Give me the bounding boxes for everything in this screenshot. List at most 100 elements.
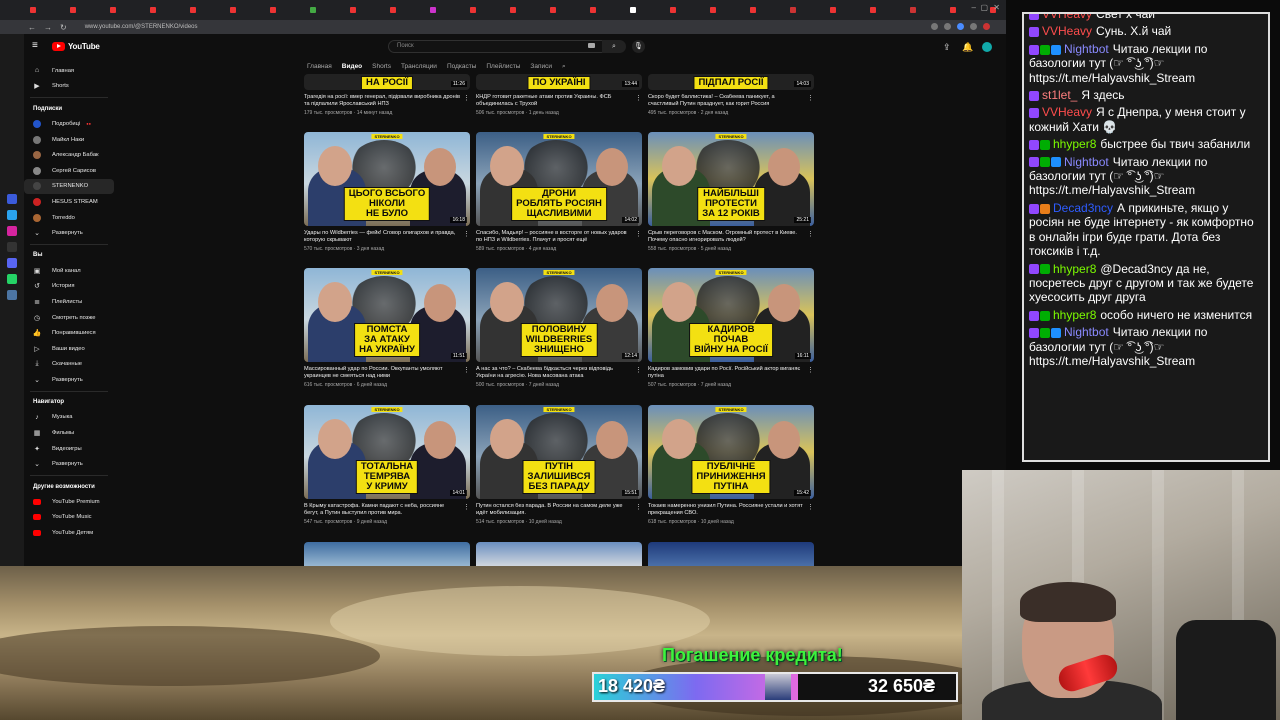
sidebar-item[interactable]: ⌂ Главная — [24, 63, 114, 79]
more-icon[interactable]: ⋮ — [463, 94, 470, 102]
video-card[interactable]: ПО УКРАЇНІ 13:44 КНДР готовит ракетные ата… — [476, 74, 642, 116]
browser-tab[interactable] — [906, 3, 944, 17]
video-card[interactable]: STERNENKO ПУБЛІЧНЕ ПРИНИЖЕННЯ ПУТІНА 15:42 То… — [648, 405, 814, 525]
chat-username[interactable]: hhyper8 — [1053, 262, 1096, 276]
browser-tab[interactable] — [186, 3, 224, 17]
video-title[interactable]: Срыв переговоров с Маском. Огромный прот… — [648, 230, 814, 244]
browser-tab[interactable] — [266, 3, 304, 17]
sidebar-item-subscription[interactable]: HESUS STREAM — [24, 194, 114, 210]
extension-icon[interactable] — [931, 23, 938, 30]
tab-1[interactable]: Видео — [342, 63, 362, 71]
more-icon[interactable]: ⋮ — [807, 503, 814, 511]
sidebar-item[interactable]: YouTube Premium — [24, 494, 114, 510]
more-icon[interactable]: ⋮ — [463, 366, 470, 374]
tab-6[interactable]: Записи — [530, 63, 552, 71]
video-card[interactable]: STERNENKO ТОТАЛЬНА ТЕМРЯВА У КРИМУ 14:01 В Кр… — [304, 405, 470, 525]
video-card[interactable]: STERNENKO НАЙБІЛЬШІ ПРОТЕСТИ ЗА 12 РОКІВ 25:… — [648, 132, 814, 252]
close-icon[interactable]: ✕ — [993, 3, 1000, 12]
browser-tab[interactable] — [546, 3, 584, 17]
sidebar-item-subscription[interactable]: Torreddo — [24, 210, 114, 226]
browser-tab[interactable] — [666, 3, 704, 17]
video-thumbnail[interactable]: STERNENKO ПУТІН ЗАЛИШИВСЯ БЕЗ ПАРАДУ 15:51 — [476, 405, 642, 499]
avatar[interactable] — [982, 42, 992, 52]
whatsapp-icon[interactable] — [7, 274, 17, 284]
more-icon[interactable]: ⋮ — [463, 230, 470, 238]
sidebar-item-subscription[interactable]: STERNENKO — [24, 178, 114, 195]
chat-username[interactable]: Nightbot — [1064, 155, 1109, 169]
upload-icon[interactable]: ⇪ — [943, 42, 951, 53]
video-thumbnail[interactable]: STERNENKO НАЙБІЛЬШІ ПРОТЕСТИ ЗА 12 РОКІВ 25:… — [648, 132, 814, 226]
browser-tab[interactable] — [786, 3, 824, 17]
more-icon[interactable]: ⋮ — [635, 94, 642, 102]
back-icon[interactable]: ← — [28, 23, 36, 32]
browser-tab[interactable] — [306, 3, 344, 17]
browser-tab[interactable] — [586, 3, 624, 17]
bell-icon[interactable]: 🔔 — [962, 42, 973, 53]
sidebar-item[interactable]: ▷ Ваши видео — [24, 341, 114, 357]
tab-0[interactable]: Главная — [307, 63, 332, 71]
tab-4[interactable]: Подкасты — [447, 63, 476, 71]
video-title[interactable]: А нас за что? – Скабеева бідкається чере… — [476, 366, 642, 380]
sidebar-item-subscription[interactable]: Майкл Наки — [24, 132, 114, 148]
sidebar-item-subscription[interactable]: ⌄ Развернуть — [24, 225, 114, 241]
keyboard-icon[interactable] — [588, 43, 595, 48]
reload-icon[interactable]: ↻ — [60, 23, 67, 32]
more-icon[interactable]: ⋮ — [635, 230, 642, 238]
video-thumbnail[interactable]: ПІДПАЛ РОСІЇ 14:03 — [648, 74, 814, 90]
sidebar-item-subscription[interactable]: Подробиці ●● — [24, 116, 114, 132]
more-icon[interactable]: ⋮ — [807, 230, 814, 238]
browser-tab[interactable] — [66, 3, 104, 17]
tab-5[interactable]: Плейлисты — [486, 63, 520, 71]
more-icon[interactable]: ⋮ — [635, 366, 642, 374]
browser-tab[interactable] — [946, 3, 984, 17]
sidebar-item[interactable]: ⌄ Развернуть — [24, 372, 114, 388]
x-icon[interactable] — [7, 242, 17, 252]
chat-username[interactable]: hhyper8 — [1053, 308, 1096, 322]
sidebar-item-subscription[interactable]: Александр Бабак — [24, 147, 114, 163]
video-thumbnail[interactable] — [648, 542, 814, 566]
messenger-icon[interactable] — [7, 194, 17, 204]
browser-tab[interactable] — [106, 3, 144, 17]
search-input[interactable]: Поиск — [388, 40, 608, 53]
browser-tab[interactable] — [626, 3, 664, 17]
search-button[interactable]: ⌕ — [602, 40, 626, 53]
more-icon[interactable]: ⋮ — [635, 503, 642, 511]
browser-tab[interactable] — [506, 3, 544, 17]
youtube-logo[interactable]: YouTube — [52, 42, 100, 51]
minimize-icon[interactable]: – — [972, 3, 976, 12]
sidebar-item[interactable]: ♪ Музыка — [24, 410, 114, 426]
video-thumbnail[interactable] — [476, 542, 642, 566]
sidebar-item[interactable]: ⤓ Скачанные — [24, 357, 114, 373]
video-card[interactable]: STERNENKO ПОМСТА ЗА АТАКУ НА УКРАЇНУ 11:51 Ма… — [304, 268, 470, 388]
video-title[interactable]: В Крыму катастрофа. Камни падают с неба,… — [304, 503, 470, 517]
chat-username[interactable]: Nightbot — [1064, 325, 1109, 339]
sidebar-item[interactable]: 👍 Понравившиеся — [24, 325, 114, 341]
sidebar-item[interactable]: ▦ Фильмы — [24, 425, 114, 441]
sidebar-item[interactable]: YouTube Music — [24, 510, 114, 526]
maximize-icon[interactable]: ▢ — [980, 3, 988, 12]
video-card[interactable]: STERNENKO КАДИРОВ ПОЧАВ ВІЙНУ НА РОСІЇ 16:11… — [648, 268, 814, 388]
browser-tab[interactable] — [826, 3, 864, 17]
browser-tab[interactable] — [346, 3, 384, 17]
browser-tab[interactable] — [386, 3, 424, 17]
extension-icon[interactable] — [970, 23, 977, 30]
tab-2[interactable]: Shorts — [372, 63, 391, 71]
browser-tab[interactable] — [426, 3, 464, 17]
video-card[interactable]: STERNENKO ПОЛОВИНУ WILDBERRIES ЗНИЩЕНО 12:14… — [476, 268, 642, 388]
video-thumbnail[interactable]: STERNENKO ДРОНИ РОБЛЯТЬ РОСІЯН ЩАСЛИВИМИ 14:… — [476, 132, 642, 226]
video-title[interactable]: Трагедія на росії: вмер генерал, підірва… — [304, 94, 470, 108]
browser-tab[interactable] — [226, 3, 264, 17]
sidebar-item-subscription[interactable]: Сергей Сарисов — [24, 163, 114, 179]
browser-tab[interactable] — [26, 3, 64, 17]
video-title[interactable]: Путин остался без парада. В России на са… — [476, 503, 642, 517]
video-thumbnail[interactable]: НА РОСІЇ 11:26 — [304, 74, 470, 90]
profile-icon[interactable] — [983, 23, 990, 30]
extension-icon[interactable] — [957, 23, 964, 30]
forward-icon[interactable]: → — [44, 23, 52, 32]
browser-tab[interactable] — [746, 3, 784, 17]
more-icon[interactable]: ⋮ — [807, 94, 814, 102]
sidebar-item[interactable]: ▶ Shorts — [24, 79, 114, 95]
video-thumbnail[interactable]: STERNENKO ПОЛОВИНУ WILDBERRIES ЗНИЩЕНО 12:14 — [476, 268, 642, 362]
sidebar-item[interactable]: ↺ История — [24, 279, 114, 295]
video-thumbnail[interactable]: STERNENKO ТОТАЛЬНА ТЕМРЯВА У КРИМУ 14:01 — [304, 405, 470, 499]
